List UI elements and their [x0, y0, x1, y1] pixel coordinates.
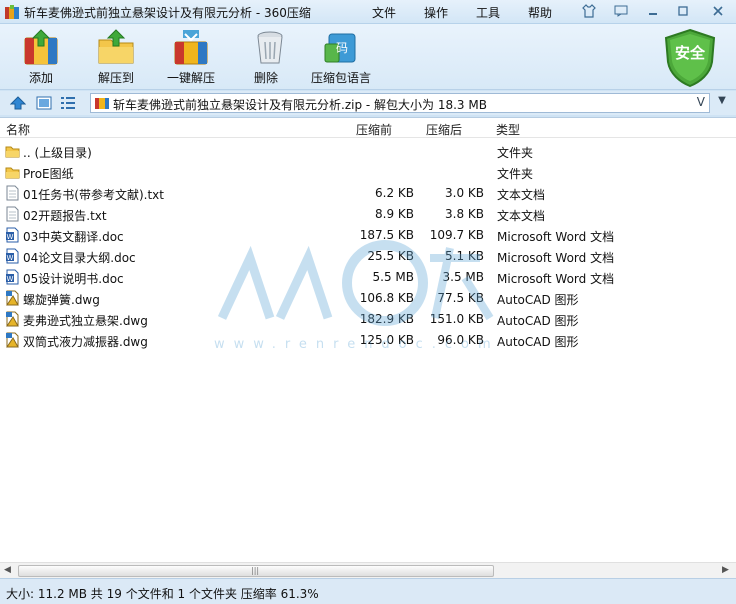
status-text: 大小: 11.2 MB 共 19 个文件和 1 个文件夹 压缩率 61.3% [6, 587, 319, 601]
file-name: ProE图纸 [23, 167, 74, 181]
file-type: Microsoft Word 文档 [497, 251, 615, 265]
word-doc-icon: W [6, 227, 19, 243]
file-row[interactable]: 01任务书(带参考文献).txt 6.2 KB 3.0 KB 文本文档 [0, 182, 736, 203]
zip-archive-icon [95, 98, 109, 109]
add-label: 添加 [28, 71, 53, 85]
file-type: Microsoft Word 文档 [497, 272, 615, 286]
file-name: 05设计说明书.doc [23, 272, 124, 286]
text-file-icon [6, 185, 19, 201]
column-compressed-before[interactable]: 压缩前 [356, 121, 392, 138]
maximize-button[interactable] [672, 2, 694, 20]
svg-text:W: W [7, 233, 14, 241]
word-doc-icon: W [6, 269, 19, 285]
menu-help[interactable]: 帮助 [528, 4, 552, 21]
scroll-left-arrow-icon[interactable]: ◀ [4, 565, 11, 575]
dwg-file-icon [6, 311, 19, 327]
archive-language-button[interactable]: 码 压缩包语言 [310, 28, 372, 86]
file-name: 04论文目录大纲.doc [23, 251, 136, 265]
file-row[interactable]: .. (上级目录) 文件夹 [0, 140, 736, 161]
file-type: 文本文档 [497, 209, 546, 223]
status-bar: 大小: 11.2 MB 共 19 个文件和 1 个文件夹 压缩率 61.3% [0, 578, 736, 604]
extract-folder-icon [98, 29, 134, 64]
code-language-icon: 码 [324, 33, 356, 63]
watermark-logo: www.renrendoc.com [214, 240, 500, 352]
minimize-button[interactable] [642, 2, 664, 20]
svg-text:W: W [7, 275, 14, 283]
text-file-icon [6, 206, 19, 222]
one-click-extract-button[interactable]: 一键解压 [166, 28, 216, 86]
menu-tools[interactable]: 工具 [476, 4, 500, 21]
toolbar: 添加 解压到 一键解压 删除 码 压缩包语言 [0, 24, 736, 90]
address-bar[interactable]: 斩车麦佛逊式前独立悬架设计及有限元分析.zip - 解包大小为 18.3 MB … [90, 93, 710, 113]
file-name: .. (上级目录) [23, 146, 92, 160]
file-row[interactable]: 02开题报告.txt 8.9 KB 3.8 KB 文本文档 [0, 203, 736, 224]
delete-button[interactable]: 删除 [250, 28, 283, 86]
add-button[interactable]: 添加 [20, 28, 62, 86]
file-row[interactable]: ProE图纸 文件夹 [0, 161, 736, 182]
file-name: 麦弗逊式独立悬架.dwg [23, 314, 148, 328]
dwg-file-icon [6, 290, 19, 306]
address-history-arrow-icon[interactable]: ▼ [712, 95, 732, 111]
file-name: 01任务书(带参考文献).txt [23, 188, 164, 202]
file-type: Microsoft Word 文档 [497, 230, 615, 244]
svg-text:W: W [7, 254, 14, 262]
menu-file[interactable]: 文件 [372, 4, 396, 21]
app-icon [5, 5, 19, 19]
file-name: 螺旋弹簧.dwg [23, 293, 100, 307]
scrollbar-thumb[interactable]: ||| [18, 565, 494, 577]
delete-label: 删除 [253, 71, 278, 85]
column-name[interactable]: 名称 [6, 121, 30, 138]
word-doc-icon: W [6, 248, 19, 264]
file-name: 03中英文翻译.doc [23, 230, 124, 244]
file-type: 文本文档 [497, 188, 546, 202]
one-click-extract-icon [174, 30, 208, 65]
scroll-right-arrow-icon[interactable]: ▶ [722, 565, 729, 575]
title-bar: 斩车麦佛逊式前独立悬架设计及有限元分析 - 360压缩 文件 操作 工具 帮助 [0, 0, 736, 24]
column-compressed-after[interactable]: 压缩后 [426, 121, 462, 138]
folder-icon [5, 167, 20, 179]
file-size-after: 3.8 KB [445, 207, 484, 221]
file-name: 02开题报告.txt [23, 209, 107, 223]
security-label: 安全 [674, 44, 705, 62]
address-row: 斩车麦佛逊式前独立悬架设计及有限元分析.zip - 解包大小为 18.3 MB … [0, 91, 736, 115]
folder-icon [5, 146, 20, 158]
one-click-extract-label: 一键解压 [166, 71, 215, 85]
close-button[interactable] [704, 2, 732, 20]
trash-icon [257, 31, 283, 64]
svg-text:www.renrendoc.com: www.renrendoc.com [214, 337, 500, 352]
file-name: 双筒式液力减振器.dwg [23, 335, 148, 349]
file-type: 文件夹 [497, 167, 534, 181]
file-list-panel: 名称 压缩前 压缩后 类型 .. (上级目录) 文件夹 ProE图纸 文件夹 01任务书… [0, 117, 736, 578]
feedback-icon[interactable] [610, 2, 632, 20]
column-header: 名称 压缩前 压缩后 类型 [0, 118, 736, 138]
horizontal-scrollbar[interactable]: ◀ ||| ▶ [0, 562, 736, 578]
up-arrow-icon[interactable] [10, 95, 26, 111]
window-title: 斩车麦佛逊式前独立悬架设计及有限元分析 - 360压缩 [24, 6, 311, 20]
archive-language-label: 压缩包语言 [310, 71, 371, 85]
column-type[interactable]: 类型 [496, 121, 520, 138]
skin-shirt-icon[interactable] [578, 2, 600, 20]
thumbnail-view-icon[interactable] [36, 95, 52, 111]
dwg-file-icon [6, 332, 19, 348]
address-text: 斩车麦佛逊式前独立悬架设计及有限元分析.zip - 解包大小为 18.3 MB [113, 98, 487, 112]
file-type: 文件夹 [497, 146, 534, 160]
menu-operate[interactable]: 操作 [424, 4, 448, 21]
extract-to-button[interactable]: 解压到 [94, 28, 138, 86]
add-archive-icon [24, 29, 58, 65]
list-view-icon[interactable] [60, 95, 76, 111]
security-shield-button[interactable]: 安全 [662, 28, 718, 88]
file-size-after: 3.0 KB [445, 186, 484, 200]
address-dropdown-icon[interactable]: V [697, 95, 705, 109]
extract-to-label: 解压到 [97, 71, 134, 85]
svg-text:码: 码 [336, 41, 348, 55]
